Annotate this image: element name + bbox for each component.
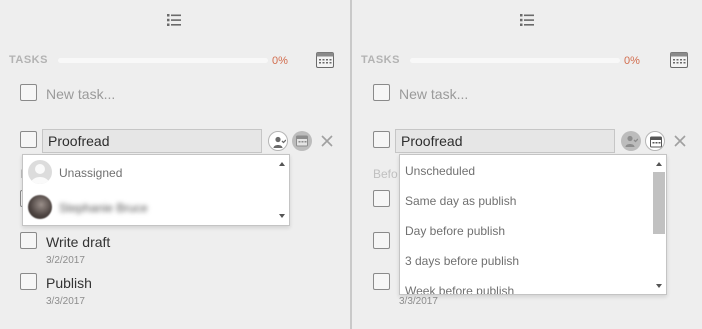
calendar-view-icon[interactable]	[670, 52, 688, 68]
assignee-option-unassigned[interactable]: Unassigned	[23, 155, 275, 189]
assign-button[interactable]	[268, 131, 288, 151]
task-title-publish[interactable]: Publish	[46, 275, 92, 291]
section-header-partial: Befo	[373, 167, 398, 181]
list-icon[interactable]	[166, 12, 182, 28]
task-checkbox-proofread[interactable]	[20, 131, 37, 148]
close-icon[interactable]	[320, 134, 334, 148]
calendar-view-icon[interactable]	[316, 52, 334, 68]
progress-percent: 0%	[624, 55, 640, 67]
new-task-input[interactable]: New task...	[46, 86, 115, 102]
task-date-publish: 3/3/2017	[46, 296, 85, 307]
new-task-input[interactable]: New task...	[399, 86, 468, 102]
assignee-option-label: Stephanie Bruce	[59, 201, 148, 215]
schedule-option-day-before[interactable]: Day before publish	[405, 224, 505, 238]
progress-percent: 0%	[272, 55, 288, 67]
task-checkbox-hidden[interactable]	[373, 273, 390, 290]
task-checkbox-publish[interactable]	[20, 273, 37, 290]
calendar-icon	[296, 135, 308, 147]
list-icon[interactable]	[519, 12, 535, 28]
assignee-option-label: Unassigned	[59, 166, 123, 180]
scroll-down-icon[interactable]	[656, 284, 662, 288]
schedule-button[interactable]	[645, 131, 665, 151]
new-task-checkbox[interactable]	[373, 84, 390, 101]
assign-user-icon	[625, 135, 638, 147]
task-checkbox-proofread[interactable]	[373, 131, 390, 148]
tasks-label: TASKS	[361, 54, 400, 66]
new-task-checkbox[interactable]	[20, 84, 37, 101]
default-user-avatar-icon	[28, 160, 52, 184]
schedule-button[interactable]	[292, 131, 312, 151]
task-panel-right: TASKS 0% New task... Befo 3/3/201	[352, 0, 702, 329]
task-title-input[interactable]	[395, 129, 615, 153]
assign-user-icon	[273, 136, 286, 148]
task-date-write-draft: 3/2/2017	[46, 255, 85, 266]
user-photo-avatar-icon	[28, 195, 52, 219]
schedule-option-unscheduled[interactable]: Unscheduled	[405, 164, 475, 178]
task-date-partial: 3/3/2017	[399, 296, 438, 307]
task-checkbox-hidden[interactable]	[373, 232, 390, 249]
progress-bar	[58, 58, 268, 63]
close-icon[interactable]	[673, 134, 687, 148]
assignee-option-user[interactable]: Stephanie Bruce	[23, 189, 275, 225]
progress-bar	[410, 58, 620, 63]
assignee-dropdown: Unassigned Stephanie Bruce	[22, 154, 290, 226]
scroll-down-icon[interactable]	[279, 214, 285, 218]
task-title-input[interactable]	[42, 129, 262, 153]
scrollbar-thumb[interactable]	[653, 172, 665, 234]
task-checkbox-write-draft[interactable]	[20, 232, 37, 249]
calendar-icon	[650, 136, 662, 148]
task-title-write-draft[interactable]: Write draft	[46, 234, 110, 250]
assign-button[interactable]	[621, 131, 641, 151]
scroll-up-icon[interactable]	[279, 162, 285, 166]
schedule-dropdown: Unscheduled Same day as publish Day befo…	[399, 154, 667, 295]
task-panel-left: TASKS 0% New task... B Write draft	[0, 0, 350, 329]
tasks-label: TASKS	[9, 54, 48, 66]
schedule-option-week-before[interactable]: Week before publish	[405, 284, 514, 294]
schedule-option-same-day[interactable]: Same day as publish	[405, 194, 516, 208]
task-checkbox-hidden[interactable]	[373, 190, 390, 207]
scroll-up-icon[interactable]	[656, 162, 662, 166]
schedule-option-3-days-before[interactable]: 3 days before publish	[405, 254, 519, 268]
